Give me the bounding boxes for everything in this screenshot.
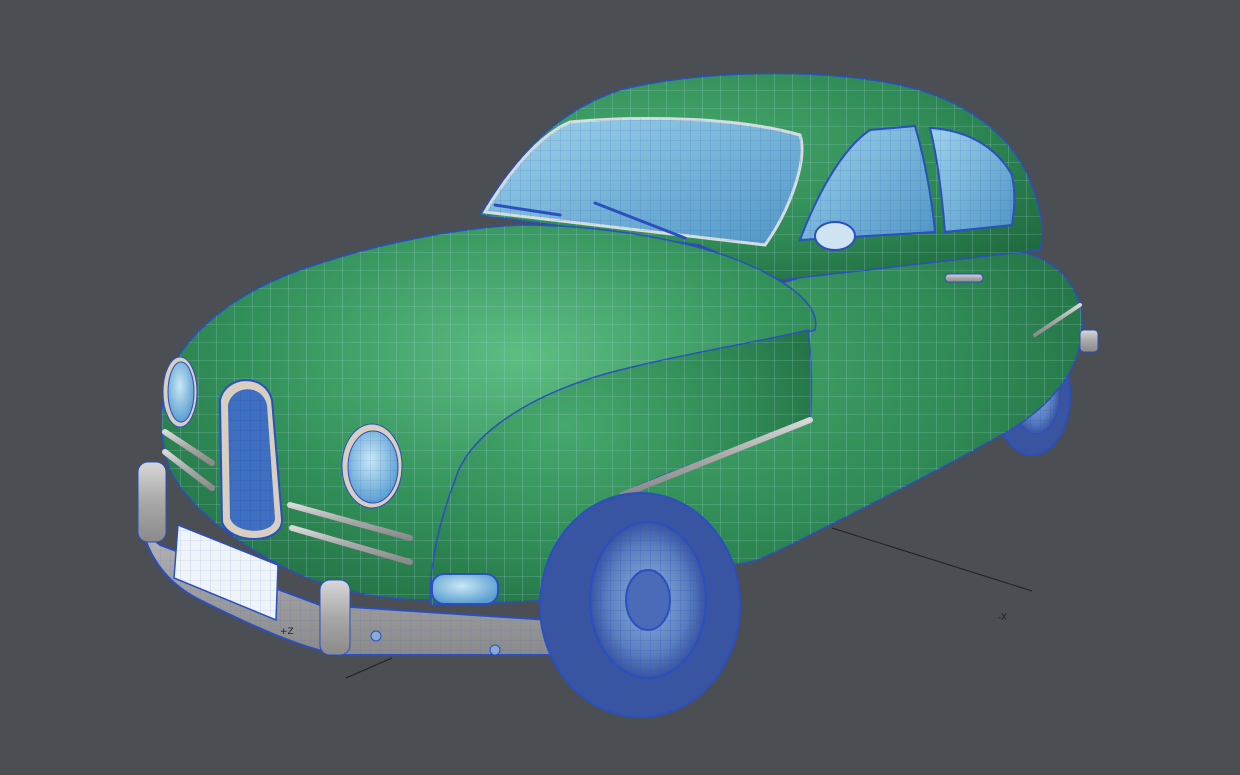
viewport-canvas bbox=[136, 72, 1099, 718]
turn-indicator bbox=[431, 573, 499, 605]
right-headlamp bbox=[341, 423, 403, 509]
axis-label-z: +Z bbox=[280, 627, 294, 637]
car-model[interactable] bbox=[136, 72, 1099, 718]
left-headlamp bbox=[162, 356, 198, 428]
door-handle[interactable] bbox=[944, 273, 984, 283]
3d-viewport[interactable]: +Z -X bbox=[0, 0, 1240, 775]
grille bbox=[218, 379, 284, 540]
axis-label-x: -X bbox=[998, 613, 1007, 623]
front-wheel[interactable] bbox=[539, 492, 741, 718]
tail-light bbox=[1079, 329, 1099, 353]
side-mirror[interactable] bbox=[814, 221, 856, 251]
